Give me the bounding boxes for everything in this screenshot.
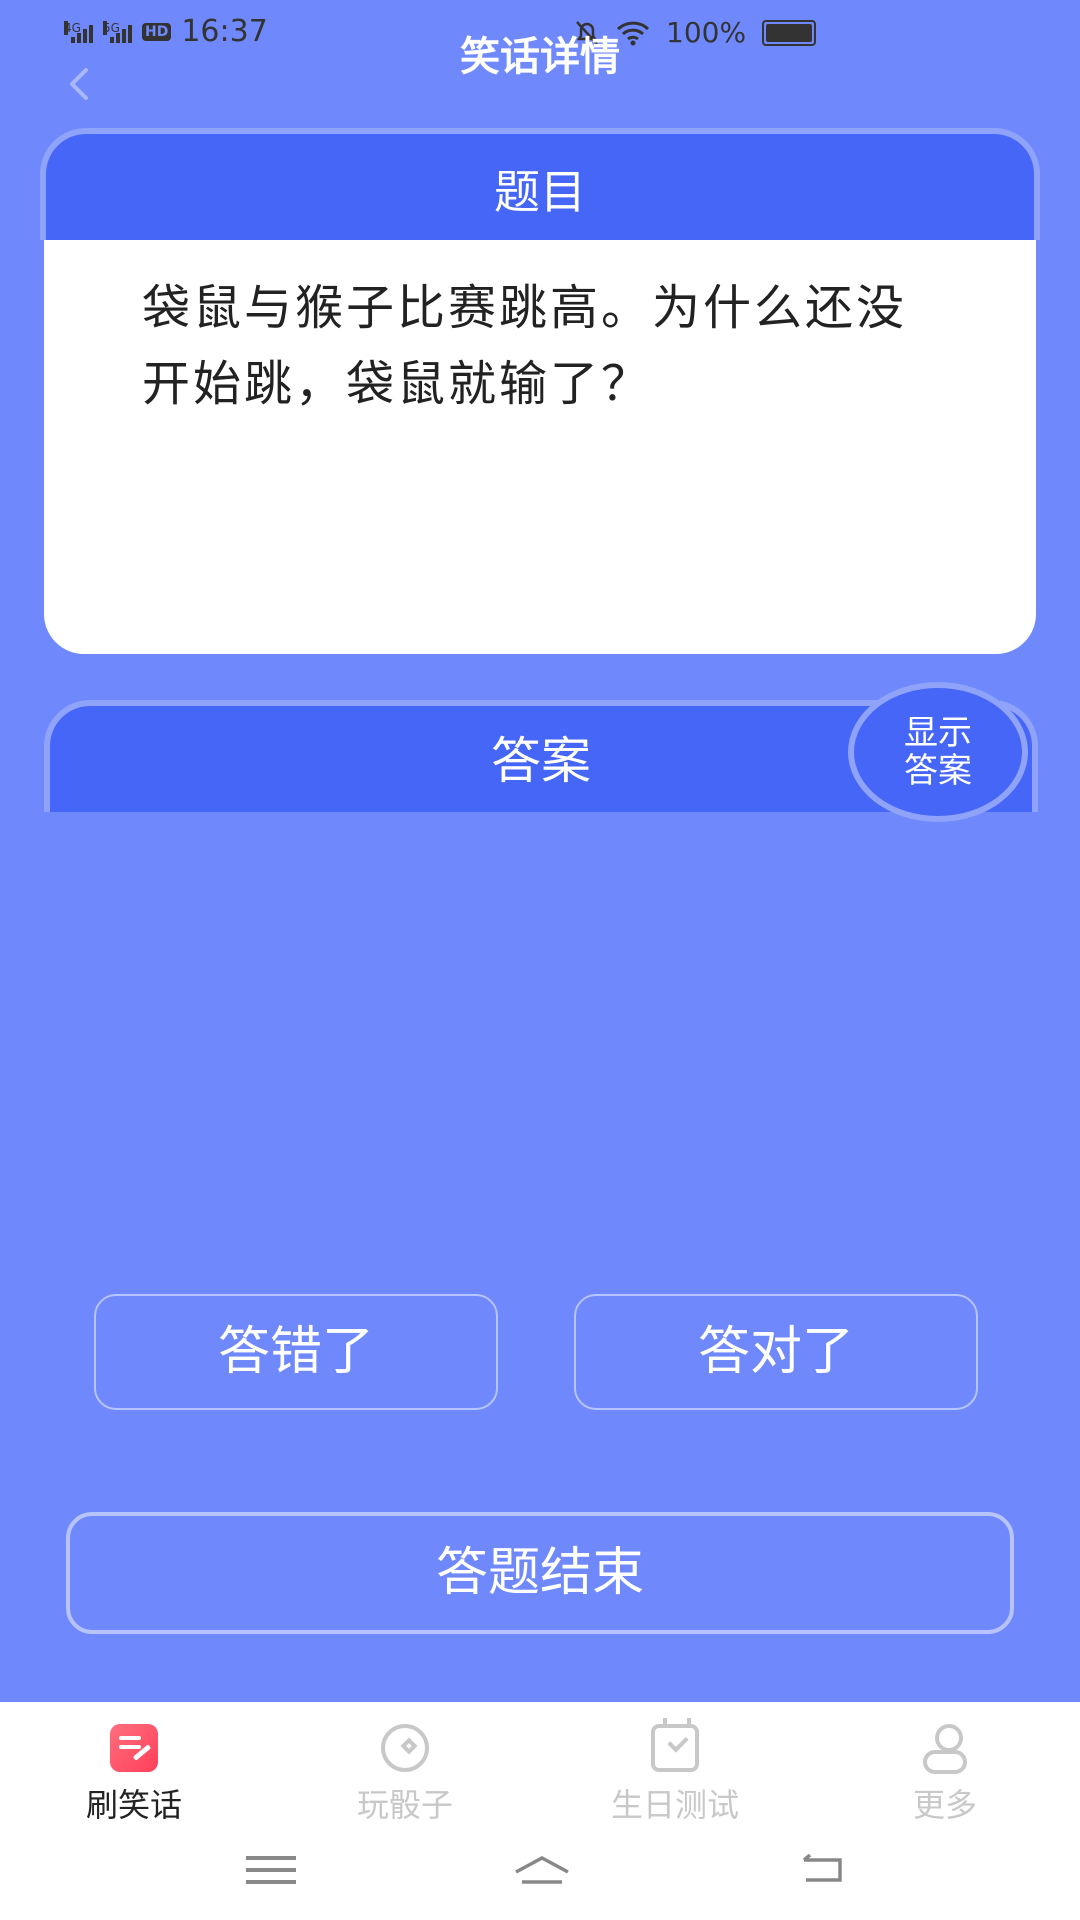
question-body: 袋鼠与猴子比赛跳高。为什么还没开始跳，袋鼠就输了？ — [44, 240, 1036, 654]
tab-label: 更多 — [912, 1786, 977, 1824]
user-icon — [921, 1724, 969, 1774]
page-title: 笑话详情 — [460, 34, 620, 80]
question-text: 袋鼠与猴子比赛跳高。为什么还没开始跳，袋鼠就输了？ — [142, 280, 908, 412]
home-icon[interactable] — [512, 1854, 572, 1884]
tab-dice[interactable]: 玩骰子 — [305, 1724, 505, 1826]
tab-birthday-test[interactable]: 生日测试 — [575, 1718, 775, 1826]
back-chevron-icon[interactable] — [64, 64, 94, 104]
end-quiz-button[interactable]: 答题结束 — [66, 1512, 1014, 1634]
calendar-check-icon — [651, 1718, 699, 1772]
tab-more[interactable]: 更多 — [845, 1724, 1045, 1826]
dice-icon — [381, 1724, 429, 1772]
tab-label: 生日测试 — [610, 1786, 739, 1824]
question-card: 题目 袋鼠与猴子比赛跳高。为什么还没开始跳，袋鼠就输了？ — [40, 128, 1040, 658]
back-icon[interactable] — [800, 1854, 848, 1884]
answer-wrong-button[interactable]: 答错了 — [94, 1294, 498, 1410]
joke-edit-icon — [110, 1724, 158, 1772]
show-answer-label: 显示答案 — [904, 713, 972, 791]
answer-right-button[interactable]: 答对了 — [574, 1294, 978, 1410]
tab-jokes[interactable]: 刷笑话 — [34, 1724, 234, 1826]
system-nav-bar — [0, 1840, 1080, 1900]
tab-label: 刷笑话 — [85, 1786, 182, 1824]
show-answer-button[interactable]: 显示答案 — [848, 682, 1028, 822]
tab-label: 玩骰子 — [356, 1786, 453, 1824]
menu-icon[interactable] — [246, 1856, 296, 1860]
question-header-label: 题目 — [494, 165, 586, 219]
question-header: 题目 — [40, 128, 1040, 240]
